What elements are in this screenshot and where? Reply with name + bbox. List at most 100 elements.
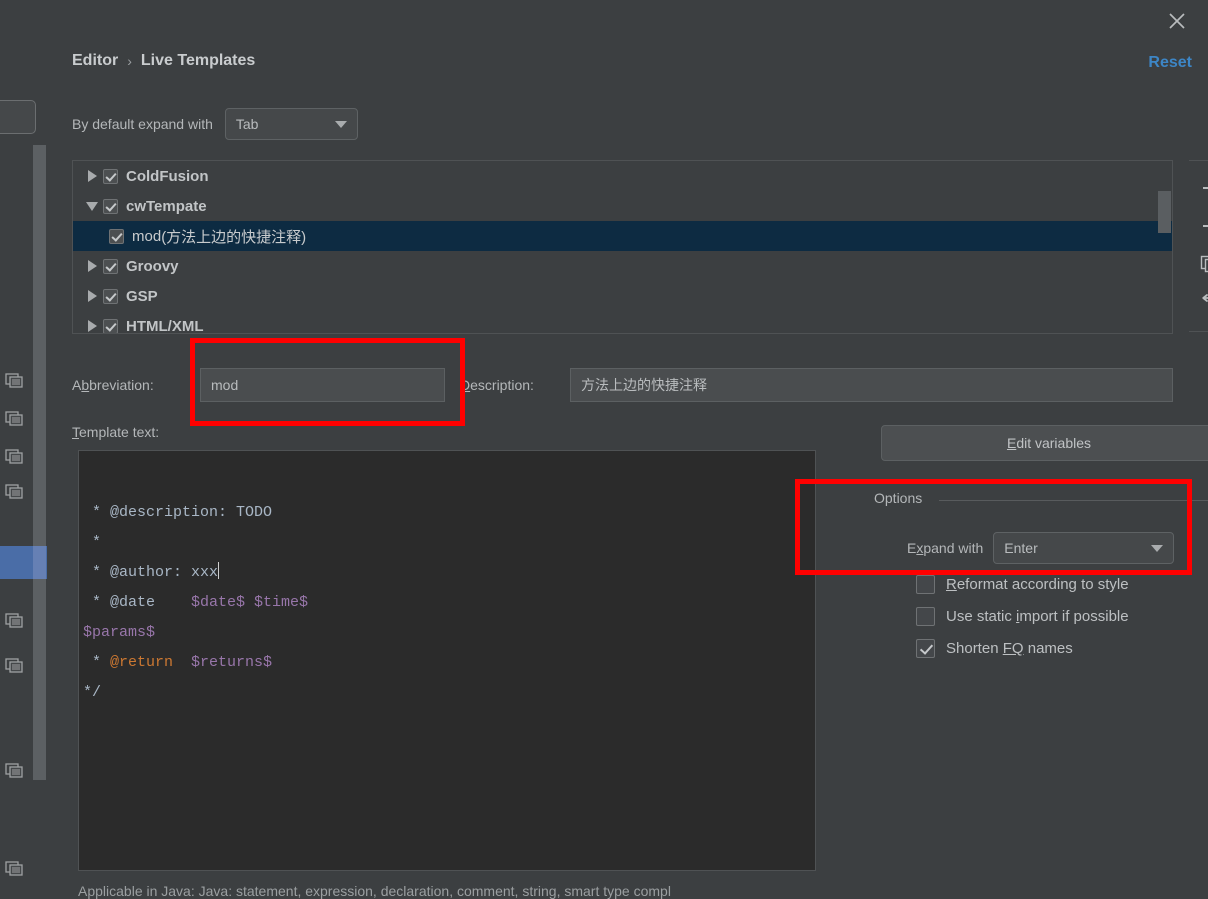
chevron-right-icon[interactable]	[81, 170, 103, 182]
background-settings-panel	[0, 43, 48, 899]
default-expand-label: By default expand with	[72, 116, 213, 132]
editor-line: * @date $date$ $time$	[79, 588, 815, 618]
chevron-right-icon[interactable]	[81, 320, 103, 332]
tree-row[interactable]: Groovy	[73, 251, 1172, 281]
editor-token: $returns$	[191, 654, 273, 671]
edit-variables-label: Edit variables	[1006, 435, 1092, 451]
chevron-down-icon	[334, 120, 347, 128]
template-text-editor[interactable]: * @description: TODO * * @author: xxx * …	[78, 450, 816, 871]
tree-row-label: ColdFusion	[126, 167, 209, 185]
checkbox-label: Reformat according to style	[946, 576, 1129, 593]
abbreviation-label: Abbreviation:	[72, 377, 154, 393]
editor-line: * @author: xxx	[79, 558, 815, 588]
tree-row-checkbox[interactable]	[103, 288, 118, 304]
editor-token: * @description: TODO	[83, 504, 273, 521]
copy-icon	[5, 658, 24, 674]
shorten-fq-names-checkbox[interactable]: Shorten FQ names	[916, 639, 1073, 658]
reset-link[interactable]: Reset	[1148, 54, 1192, 72]
tree-row[interactable]: mod (方法上边的快捷注释)	[73, 221, 1172, 251]
templates-tree-toolbar	[1189, 160, 1208, 332]
editor-token: @return	[110, 654, 174, 671]
abbreviation-input[interactable]	[200, 368, 445, 402]
chevron-right-icon: ›	[127, 53, 132, 69]
editor-line: * @description: TODO	[79, 498, 815, 528]
default-expand-dropdown[interactable]: Tab	[224, 108, 358, 140]
checkbox-label: Use static import if possible	[946, 608, 1129, 625]
duplicate-template-button[interactable]	[1193, 245, 1208, 283]
abbreviation-description-row: Abbreviation: Description:	[47, 368, 1208, 404]
checkbox-box	[916, 607, 935, 626]
checkbox-label: Shorten FQ names	[946, 640, 1073, 657]
copy-icon	[5, 373, 24, 389]
default-expand-value: Tab	[235, 116, 259, 132]
editor-line: $params$	[79, 618, 815, 648]
expand-with-value: Enter	[1004, 540, 1038, 556]
options-group-label: Options	[874, 490, 931, 506]
tree-row-label: Groovy	[126, 257, 179, 275]
copy-icon	[5, 613, 24, 629]
editor-token: * @date	[83, 594, 192, 611]
chevron-right-icon[interactable]	[81, 290, 103, 302]
tree-row-label: GSP	[126, 287, 158, 305]
remove-template-button[interactable]	[1193, 207, 1208, 245]
checkbox-box	[916, 639, 935, 658]
chevron-right-icon[interactable]	[81, 260, 103, 272]
expand-with-label: Expand with	[907, 540, 984, 556]
templates-tree-scrollbar[interactable]	[1158, 191, 1171, 233]
default-expand-row: By default expand with Tab	[72, 108, 358, 140]
tree-row-checkbox[interactable]	[103, 198, 118, 214]
editor-token	[173, 654, 191, 671]
applicable-context-note: Applicable in Java: Java: statement, exp…	[78, 883, 671, 899]
tree-row-checkbox[interactable]	[103, 168, 118, 184]
copy-icon	[5, 484, 24, 500]
editor-line: */	[79, 678, 815, 708]
editor-token: */	[83, 684, 102, 701]
background-scrollbar-thumb[interactable]	[33, 546, 46, 579]
restore-defaults-button[interactable]	[1193, 283, 1208, 321]
editor-token: * @author: xxx	[83, 564, 219, 581]
dialog-header: Editor › Live Templates Reset	[72, 52, 1192, 82]
tree-row-checkbox[interactable]	[109, 228, 124, 244]
copy-icon	[5, 411, 24, 427]
tree-row-label: HTML/XML	[126, 317, 204, 334]
background-search-field[interactable]	[0, 100, 36, 134]
reformat-according-to-style-checkbox[interactable]: Reformat according to style	[916, 575, 1129, 594]
template-text-label: Template text:	[72, 424, 160, 440]
breadcrumb-live-templates: Live Templates	[140, 52, 256, 69]
expand-with-dropdown[interactable]: Enter	[993, 532, 1175, 564]
expand-with-row: Expand with Enter	[907, 532, 1175, 564]
copy-icon	[5, 861, 24, 877]
tree-row-checkbox[interactable]	[103, 318, 118, 333]
use-static-import-checkbox[interactable]: Use static import if possible	[916, 607, 1129, 626]
description-input[interactable]	[570, 368, 1173, 402]
tree-row[interactable]: cwTempate	[73, 191, 1172, 221]
background-topbar	[0, 0, 47, 43]
editor-token: *	[83, 534, 102, 551]
editor-token: $date$ $time$	[191, 594, 309, 611]
tree-row[interactable]: ColdFusion	[73, 161, 1172, 191]
editor-token: $params$	[83, 624, 156, 641]
templates-tree[interactable]: ColdFusion cwTempate mod (方法上边的快捷注释) Groovy…	[72, 160, 1173, 334]
tree-row[interactable]: GSP	[73, 281, 1172, 311]
description-label: Description:	[460, 377, 534, 393]
tree-row-description: (方法上边的快捷注释)	[161, 228, 307, 246]
editor-line: * @return $returns$	[79, 648, 815, 678]
tree-row-label: cwTempate	[126, 197, 207, 215]
add-template-button[interactable]	[1193, 169, 1208, 207]
breadcrumb-editor[interactable]: Editor	[72, 52, 118, 70]
live-templates-dialog: Editor › Live Templates Reset By default…	[47, 0, 1208, 899]
close-icon[interactable]	[1164, 8, 1190, 34]
copy-icon	[5, 763, 24, 779]
chevron-down-icon	[1151, 544, 1164, 552]
text-cursor	[218, 562, 220, 579]
checkbox-box	[916, 575, 935, 594]
background-scrollbar[interactable]	[33, 145, 46, 780]
editor-token: *	[83, 654, 111, 671]
edit-variables-button[interactable]: Edit variables	[881, 425, 1208, 461]
chevron-down-icon[interactable]	[81, 201, 103, 211]
editor-line: *	[79, 528, 815, 558]
options-separator	[939, 500, 1208, 501]
tree-row[interactable]: HTML/XML	[73, 311, 1172, 334]
tree-row-checkbox[interactable]	[103, 258, 118, 274]
